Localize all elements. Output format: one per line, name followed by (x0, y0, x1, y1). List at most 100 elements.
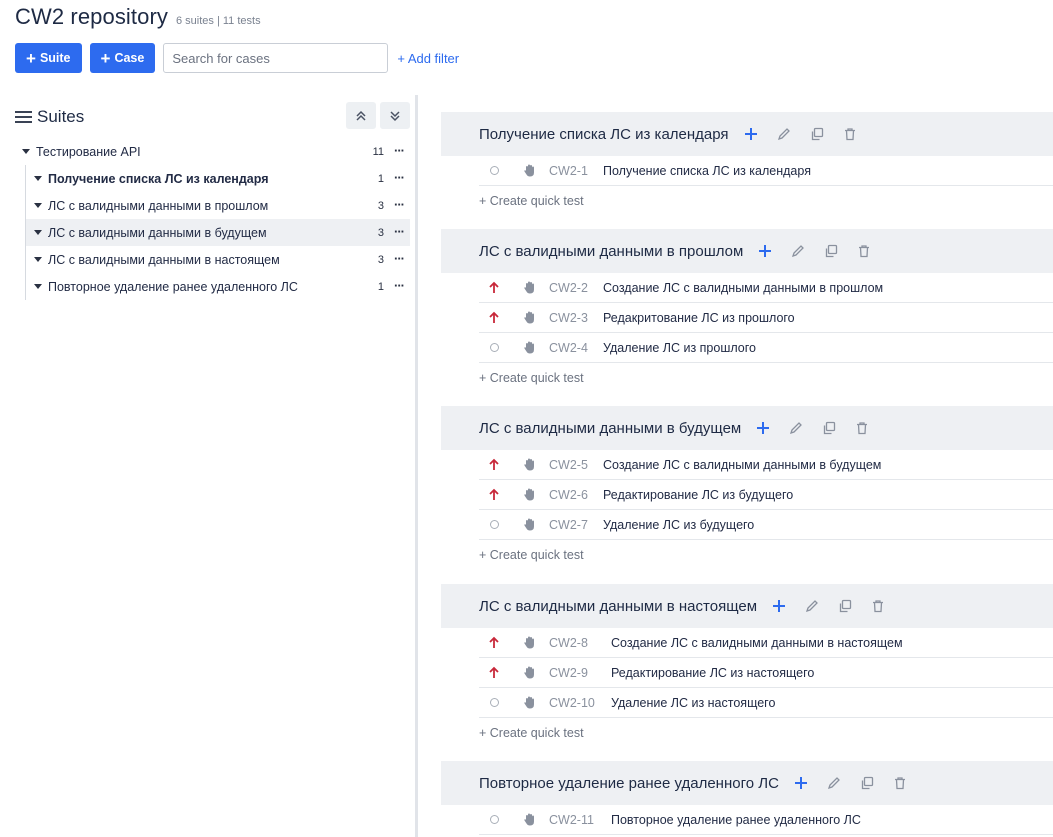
suite-title: ЛС с валидными данными в настоящем (479, 597, 758, 615)
hand-icon (524, 666, 534, 679)
caret-down-icon[interactable] (34, 176, 42, 181)
create-quick-test-button[interactable]: + Create quick test (479, 718, 1053, 748)
tree-root-suite[interactable]: Тестирование API 11 ··· (18, 138, 410, 165)
case-row[interactable]: CW2-8 Создание ЛС с валидными данными в н… (479, 628, 1053, 658)
clone-suite-button[interactable] (833, 595, 857, 617)
caret-down-icon[interactable] (22, 149, 30, 154)
hand-icon (524, 311, 534, 324)
manual-indicator (513, 163, 547, 178)
panel-divider[interactable] (415, 95, 418, 837)
case-title: Редактирование ЛС из будущего (603, 487, 794, 502)
pencil-icon (806, 600, 818, 613)
plus-icon (773, 600, 786, 612)
edit-suite-button[interactable] (800, 595, 824, 617)
manual-indicator (513, 340, 547, 355)
clone-suite-button[interactable] (855, 772, 879, 794)
manual-indicator (513, 310, 547, 325)
add-case-label: Case (114, 51, 145, 65)
add-filter-link[interactable]: + Add filter (397, 51, 459, 66)
more-icon[interactable]: ··· (394, 224, 405, 239)
add-case-to-suite-button[interactable] (789, 772, 813, 794)
hand-icon (524, 813, 534, 826)
tree-suite-item[interactable]: ЛС с валидными данными в настоящем 3 ··· (26, 246, 410, 273)
chevron-double-down-icon (390, 110, 400, 121)
edit-suite-button[interactable] (786, 240, 810, 262)
hand-icon (524, 164, 534, 177)
caret-down-icon[interactable] (34, 203, 42, 208)
add-case-to-suite-button[interactable] (753, 240, 777, 262)
case-row[interactable]: CW2-4 Удаление ЛС из прошлого (479, 333, 1053, 363)
add-case-to-suite-button[interactable] (767, 595, 791, 617)
tree-suite-item[interactable]: Повторное удаление ранее удаленного ЛС 1 ·… (26, 273, 410, 300)
suite-title: ЛС с валидными данными в будущем (479, 419, 742, 437)
copy-icon (839, 599, 852, 613)
case-row[interactable]: CW2-2 Создание ЛС с валидными данными в п… (479, 273, 1053, 303)
collapse-all-button[interactable] (346, 102, 376, 129)
more-icon[interactable]: ··· (394, 143, 405, 158)
case-title: Удаление ЛС из настоящего (611, 695, 776, 710)
delete-suite-button[interactable] (866, 595, 890, 617)
create-quick-test-button[interactable]: + Create quick test (479, 186, 1053, 216)
delete-suite-button[interactable] (838, 123, 862, 145)
add-case-to-suite-button[interactable] (739, 123, 763, 145)
add-case-button[interactable]: + Case (89, 43, 156, 73)
create-quick-test-button[interactable]: + Create quick test (479, 540, 1053, 570)
clone-suite-button[interactable] (819, 240, 843, 262)
case-id: CW2-7 (549, 517, 588, 532)
edit-suite-button[interactable] (784, 417, 808, 439)
tree-label: Получение списка ЛС из календаря (48, 171, 269, 186)
tree-label: ЛС с валидными данными в прошлом (48, 198, 269, 213)
suite-title: Повторное удаление ранее удаленного ЛС (479, 774, 779, 792)
clone-suite-button[interactable] (805, 123, 829, 145)
caret-down-icon[interactable] (34, 284, 42, 289)
case-row[interactable]: CW2-10 Удаление ЛС из настоящего (479, 688, 1053, 718)
caret-down-icon[interactable] (34, 230, 42, 235)
manual-indicator (513, 812, 547, 827)
hand-icon (524, 518, 534, 531)
tree-count: 1 (377, 172, 384, 185)
case-id: CW2-9 (549, 665, 588, 680)
more-icon[interactable]: ··· (394, 197, 405, 212)
case-row[interactable]: CW2-9 Редактирование ЛС из настоящего (479, 658, 1053, 688)
tree-label: ЛС с валидными данными в настоящем (48, 252, 280, 267)
add-case-to-suite-button[interactable] (751, 417, 775, 439)
tree-suite-item[interactable]: Получение списка ЛС из календаря 1 ··· (26, 165, 410, 192)
add-suite-button[interactable]: + Suite (15, 43, 82, 73)
tree-suite-item[interactable]: ЛС с валидными данными в прошлом 3 ··· (26, 192, 410, 219)
plus-icon (744, 128, 757, 140)
trash-icon (844, 128, 855, 141)
case-row[interactable]: CW2-1 Получение списка ЛС из календаря (479, 156, 1053, 186)
case-row[interactable]: CW2-3 Редакритование ЛС из прошлого (479, 303, 1053, 333)
tree-label: Тестирование API (36, 144, 141, 159)
suite-block: Получение списка ЛС из календаря CW2-1 Пол… (441, 112, 1053, 216)
case-title: Удаление ЛС из будущего (603, 517, 755, 532)
edit-suite-button[interactable] (822, 772, 846, 794)
more-icon[interactable]: ··· (394, 251, 405, 266)
case-row[interactable]: CW2-7 Удаление ЛС из будущего (479, 510, 1053, 540)
case-row[interactable]: CW2-11 Повторное удаление ранее удаленног… (479, 805, 1053, 835)
suite-actions (767, 595, 899, 617)
more-icon[interactable]: ··· (394, 170, 405, 185)
expand-all-button[interactable] (380, 102, 410, 129)
delete-suite-button[interactable] (852, 240, 876, 262)
priority-indicator (479, 636, 509, 649)
case-title: Повторное удаление ранее удаленного ЛС (611, 812, 861, 827)
delete-suite-button[interactable] (850, 417, 874, 439)
caret-down-icon[interactable] (34, 257, 42, 262)
edit-suite-button[interactable] (772, 123, 796, 145)
case-row[interactable]: CW2-5 Создание ЛС с валидными данными в б… (479, 450, 1053, 480)
suite-header: ЛС с валидными данными в прошлом (441, 229, 1053, 273)
case-row[interactable]: CW2-6 Редактирование ЛС из будущего (479, 480, 1053, 510)
search-input[interactable] (163, 43, 389, 73)
circle-icon (489, 520, 499, 529)
collapse-controls (346, 102, 414, 129)
trash-icon (857, 422, 868, 435)
suite-actions (739, 123, 871, 145)
plus-icon (759, 245, 772, 257)
tree-suite-item[interactable]: ЛС с валидными данными в будущем 3 ··· (26, 219, 410, 246)
create-quick-test-button[interactable]: + Create quick test (479, 363, 1053, 393)
more-icon[interactable]: ··· (394, 278, 405, 293)
clone-suite-button[interactable] (817, 417, 841, 439)
delete-suite-button[interactable] (888, 772, 912, 794)
add-suite-label: Suite (39, 51, 71, 65)
